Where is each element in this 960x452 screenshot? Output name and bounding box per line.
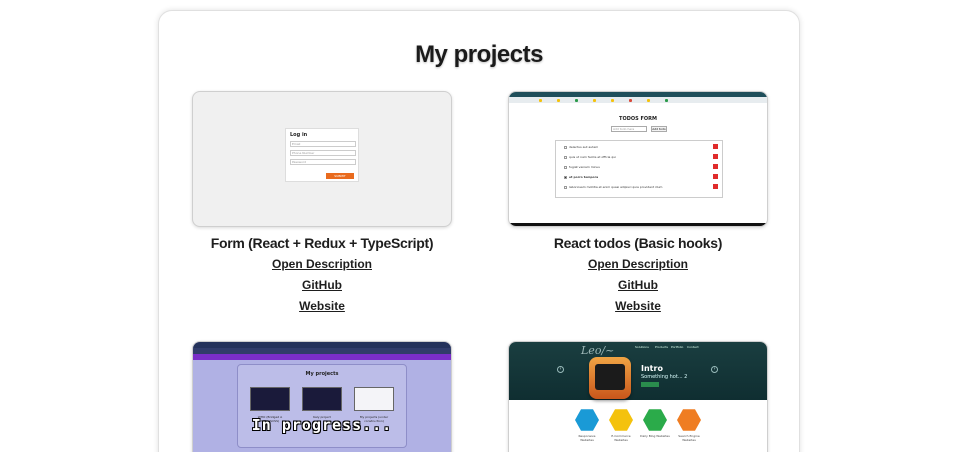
list-item: fugiat veniam minus <box>564 164 718 170</box>
github-link[interactable]: GitHub <box>192 277 452 293</box>
todo-text: fugiat veniam minus <box>569 165 600 169</box>
chevron-left-icon: ‹ <box>557 366 564 373</box>
preview-card-image <box>250 387 290 411</box>
todo-list-preview: delectus aut autem quis ut nam facilis e… <box>555 140 723 198</box>
checkbox-icon <box>564 155 567 159</box>
todos-heading: TODOS FORM <box>619 116 657 122</box>
in-progress-overlay: In progress... <box>251 416 393 434</box>
project-title: React todos (Basic hooks) <box>553 235 723 251</box>
project-thumbnail[interactable]: My projects WHO (Bridged A HTML/SCSS) Ka… <box>192 341 452 452</box>
password-field-preview: Password <box>290 159 356 165</box>
website-link[interactable]: Website <box>192 298 452 314</box>
browser-bottom-bar <box>509 223 767 226</box>
list-item: laboriosam mollitia et enim quasi adipis… <box>564 184 718 190</box>
blog-icon <box>643 409 667 431</box>
bookmark-icon <box>539 99 542 102</box>
login-form-preview: Log in Email Phone Number Password SUBMI… <box>285 128 359 182</box>
bookmark-icon <box>593 99 596 102</box>
delete-icon <box>713 174 718 179</box>
intro-heading: Intro <box>641 364 663 373</box>
site-header-bar <box>193 354 451 360</box>
bookmark-icon <box>647 99 650 102</box>
project-card-form: Log in Email Phone Number Password SUBMI… <box>192 91 452 314</box>
open-description-link[interactable]: Open Description <box>508 256 768 272</box>
bookmark-icon <box>665 99 668 102</box>
checkbox-icon <box>564 145 567 149</box>
brand-logo: Leo/~ <box>581 344 615 357</box>
todo-input-preview: Add todo here <box>611 126 647 132</box>
nav-item: Solutions <box>635 345 649 349</box>
projects-card: My projects Log in Email Phone Number Pa… <box>158 10 800 452</box>
project-card-todos: TODOS FORM Add todo here Add todo delect… <box>508 91 768 314</box>
search-icon <box>677 409 701 431</box>
page-title: My projects <box>415 41 543 68</box>
project-thumbnail[interactable]: Log in Email Phone Number Password SUBMI… <box>192 91 452 227</box>
nav-item: Contact <box>687 345 699 349</box>
bookmark-icon <box>575 99 578 102</box>
feature-label: Search Engine Websites <box>678 434 700 442</box>
preview-card-image <box>354 387 394 411</box>
nav-item: Portfolio <box>671 345 684 349</box>
submit-button-preview: SUBMIT <box>326 173 354 179</box>
preview-card-image <box>302 387 342 411</box>
todo-text: delectus aut autem <box>569 145 599 149</box>
delete-icon <box>713 144 718 149</box>
login-form-title: Log in <box>290 132 308 138</box>
delete-icon <box>713 154 718 159</box>
ecommerce-icon <box>609 409 633 431</box>
preview-title: My projects <box>305 371 339 377</box>
phone-field-preview: Phone Number <box>290 150 356 156</box>
todo-text: quis ut nam facilis et officia qui <box>569 155 616 159</box>
projects-page-preview: My projects WHO (Bridged A HTML/SCSS) Ka… <box>237 364 407 448</box>
project-card-website: Leo/~ Solutions Products Portfolio Conta… <box>508 341 768 452</box>
list-item: et porro tempora <box>564 174 718 180</box>
todo-text: et porro tempora <box>569 175 599 179</box>
delete-icon <box>713 184 718 189</box>
delete-icon <box>713 164 718 169</box>
bookmark-icon <box>611 99 614 102</box>
open-description-link[interactable]: Open Description <box>192 256 452 272</box>
todo-text: laboriosam mollitia et enim quasi adipis… <box>569 185 663 189</box>
email-field-preview: Email <box>290 141 356 147</box>
browser-bookmarks-bar <box>509 97 767 103</box>
add-todo-button-preview: Add todo <box>651 126 667 132</box>
list-item: delectus aut autem <box>564 144 718 150</box>
hero-section-preview <box>509 342 767 400</box>
project-thumbnail[interactable]: Leo/~ Solutions Products Portfolio Conta… <box>508 341 768 452</box>
responsive-icon <box>575 409 599 431</box>
project-title: Form (React + Redux + TypeScript) <box>210 235 434 251</box>
cta-button-preview <box>641 382 659 387</box>
bookmark-icon <box>629 99 632 102</box>
bookmark-icon <box>557 99 560 102</box>
list-item: quis ut nam facilis et officia qui <box>564 154 718 160</box>
project-card-in-progress: My projects WHO (Bridged A HTML/SCSS) Ka… <box>192 341 452 452</box>
intro-subtitle: Something hot... 2 <box>641 374 688 380</box>
feature-label: Responsive Websites <box>578 434 596 442</box>
chevron-right-icon: › <box>711 366 718 373</box>
checkbox-icon <box>564 165 567 169</box>
github-link[interactable]: GitHub <box>508 277 768 293</box>
website-link[interactable]: Website <box>508 298 768 314</box>
checkbox-icon <box>564 185 567 189</box>
nav-item: Products <box>655 345 668 349</box>
feature-label: E-Commerce Websites <box>611 434 631 442</box>
project-thumbnail[interactable]: TODOS FORM Add todo here Add todo delect… <box>508 91 768 227</box>
feature-label: Daily Blog Websites <box>640 434 670 438</box>
checkbox-icon <box>564 175 567 179</box>
clock-app-icon <box>589 357 631 399</box>
